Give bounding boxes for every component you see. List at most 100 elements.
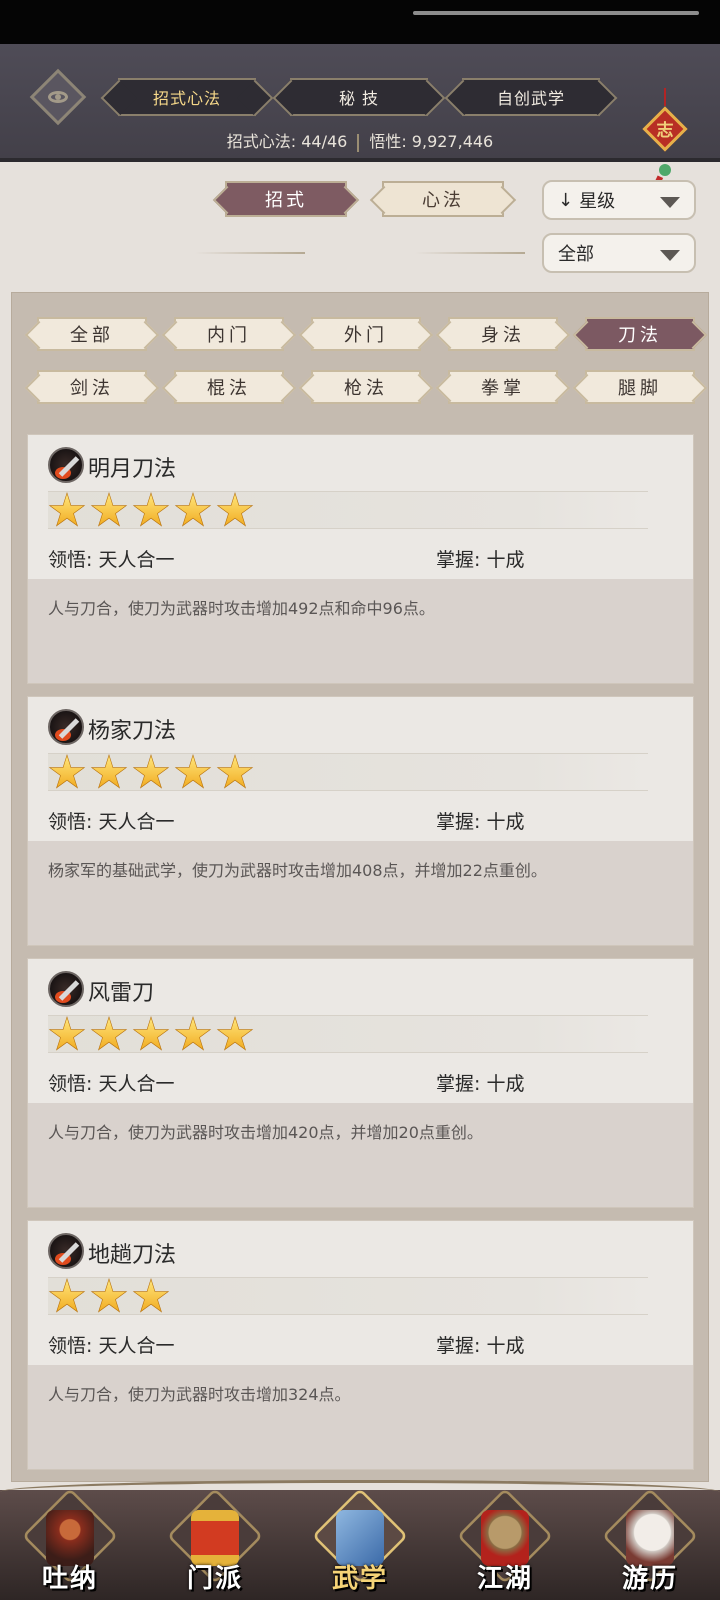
nav-sect[interactable]: 门派 xyxy=(165,1487,265,1600)
subtab-moves[interactable]: 招式 xyxy=(225,181,347,217)
star-fill xyxy=(50,1280,84,1311)
filter-dropdown[interactable]: 全部 xyxy=(542,233,696,273)
star-fill xyxy=(134,756,168,787)
subtab-methods[interactable]: 心法 xyxy=(382,181,504,217)
category-movement[interactable]: 身法 xyxy=(448,317,558,351)
category-spear[interactable]: 枪法 xyxy=(311,370,421,404)
subtab-methods-label: 心法 xyxy=(422,190,464,211)
category-fist[interactable]: 拳掌 xyxy=(448,370,558,404)
view-toggle-button[interactable] xyxy=(29,68,87,126)
category-staff[interactable]: 棍法 xyxy=(174,370,284,404)
category-label: 刀法 xyxy=(618,325,662,346)
category-legs[interactable]: 腿脚 xyxy=(585,370,695,404)
ornament-line xyxy=(195,252,305,254)
nav-label: 游历 xyxy=(621,1564,678,1594)
nav-label: 门派 xyxy=(186,1564,243,1594)
skill-description: 杨家军的基础武学，使刀为武器时攻击增加408点，并增加22点重创。 xyxy=(48,861,547,880)
category-label: 全部 xyxy=(70,325,114,346)
skill-description: 人与刀合，使刀为武器时攻击增加492点和命中96点。 xyxy=(48,599,435,618)
blade-icon xyxy=(48,1233,84,1269)
category-label: 腿脚 xyxy=(618,378,662,399)
nav-label: 江湖 xyxy=(476,1564,533,1594)
skill-name: 明月刀法 xyxy=(88,457,177,482)
skill-comprehension: 领悟: 天人合一 xyxy=(48,1335,175,1357)
insight-value: 悟性: 9,927,446 xyxy=(369,132,494,151)
star-fill xyxy=(134,1018,168,1049)
tab-self-created-label: 自创武学 xyxy=(496,89,565,108)
filter-label: 全部 xyxy=(558,244,594,265)
category-label: 内门 xyxy=(207,325,251,346)
star-fill xyxy=(50,756,84,787)
nav-martial-arts[interactable]: 武学 xyxy=(310,1487,410,1600)
subtab-moves-label: 招式 xyxy=(265,190,307,211)
skill-name: 杨家刀法 xyxy=(88,719,177,744)
star-rating xyxy=(48,491,648,529)
star-rating xyxy=(48,753,648,791)
skill-description-box: 人与刀合，使刀为武器时攻击增加492点和命中96点。 xyxy=(28,579,693,683)
tab-moves-methods-label: 招式心法 xyxy=(152,89,221,108)
summary-line: 招式心法: 44/46 悟性: 9,927,446 xyxy=(0,128,720,152)
chevron-down-icon xyxy=(660,250,680,261)
tab-moves-methods[interactable]: 招式心法 xyxy=(118,78,256,116)
blade-icon xyxy=(48,971,84,1007)
star-fill xyxy=(176,1018,210,1049)
category-blade[interactable]: 刀法 xyxy=(585,317,695,351)
category-label: 外门 xyxy=(344,325,388,346)
sort-dropdown[interactable]: ↓ 星级 xyxy=(542,180,696,220)
star-fill xyxy=(134,1280,168,1311)
category-label: 拳掌 xyxy=(481,378,525,399)
skill-comprehension: 领悟: 天人合一 xyxy=(48,811,175,833)
skill-name: 风雷刀 xyxy=(88,981,155,1006)
sort-arrow-icon: ↓ xyxy=(558,189,574,211)
ornament-line xyxy=(415,252,525,254)
skill-mastery: 掌握: 十成 xyxy=(436,811,525,833)
skill-card[interactable]: 风雷刀 领悟: 天人合一 掌握: 十成 人与刀合，使刀为武器时攻击增加420点，… xyxy=(27,958,694,1208)
category-sword[interactable]: 剑法 xyxy=(37,370,147,404)
divider xyxy=(357,133,360,152)
category-label: 枪法 xyxy=(344,378,388,399)
skill-description: 人与刀合，使刀为武器时攻击增加324点。 xyxy=(48,1385,351,1404)
category-outer[interactable]: 外门 xyxy=(311,317,421,351)
status-bar-handle xyxy=(413,11,699,15)
status-bar xyxy=(0,0,720,44)
skill-description-box: 人与刀合，使刀为武器时攻击增加420点，并增加20点重创。 xyxy=(28,1103,693,1207)
skill-description-box: 人与刀合，使刀为武器时攻击增加324点。 xyxy=(28,1365,693,1469)
star-fill xyxy=(218,756,252,787)
star-fill xyxy=(50,494,84,525)
nav-breathing[interactable]: 吐纳 xyxy=(20,1487,120,1600)
star-fill xyxy=(92,756,126,787)
star-fill xyxy=(92,1280,126,1311)
tab-self-created[interactable]: 自创武学 xyxy=(462,78,600,116)
category-label: 棍法 xyxy=(207,378,251,399)
star-fill xyxy=(218,1018,252,1049)
skill-card[interactable]: 明月刀法 领悟: 天人合一 掌握: 十成 人与刀合，使刀为武器时攻击增加492点… xyxy=(27,434,694,684)
skill-name: 地趟刀法 xyxy=(88,1243,177,1268)
star-fill xyxy=(92,1018,126,1049)
nav-travel[interactable]: 游历 xyxy=(600,1487,700,1600)
category-label: 剑法 xyxy=(70,378,114,399)
skill-mastery: 掌握: 十成 xyxy=(436,1335,525,1357)
nav-label: 武学 xyxy=(331,1564,388,1594)
category-inner[interactable]: 内门 xyxy=(174,317,284,351)
star-fill xyxy=(92,494,126,525)
category-label: 身法 xyxy=(481,325,525,346)
blade-icon xyxy=(48,447,84,483)
star-fill xyxy=(176,756,210,787)
star-rating xyxy=(48,1015,648,1053)
skill-comprehension: 领悟: 天人合一 xyxy=(48,549,175,571)
star-fill xyxy=(176,494,210,525)
nav-label: 吐纳 xyxy=(41,1564,98,1594)
category-all[interactable]: 全部 xyxy=(37,317,147,351)
blade-icon xyxy=(48,709,84,745)
skill-card[interactable]: 地趟刀法 领悟: 天人合一 掌握: 十成 人与刀合，使刀为武器时攻击增加324点… xyxy=(27,1220,694,1470)
tab-secret-skills[interactable]: 秘 技 xyxy=(290,78,428,116)
nav-jianghu[interactable]: 江湖 xyxy=(455,1487,555,1600)
star-fill xyxy=(50,1018,84,1049)
skill-description: 人与刀合，使刀为武器时攻击增加420点，并增加20点重创。 xyxy=(48,1123,483,1142)
star-rating xyxy=(48,1277,648,1315)
skill-comprehension: 领悟: 天人合一 xyxy=(48,1073,175,1095)
tab-secret-skills-label: 秘 技 xyxy=(338,89,380,108)
skill-mastery: 掌握: 十成 xyxy=(436,1073,525,1095)
skill-card[interactable]: 杨家刀法 领悟: 天人合一 掌握: 十成 杨家军的基础武学，使刀为武器时攻击增加… xyxy=(27,696,694,946)
bottom-nav: 吐纳 门派 武学 江湖 游历 xyxy=(0,1480,720,1600)
